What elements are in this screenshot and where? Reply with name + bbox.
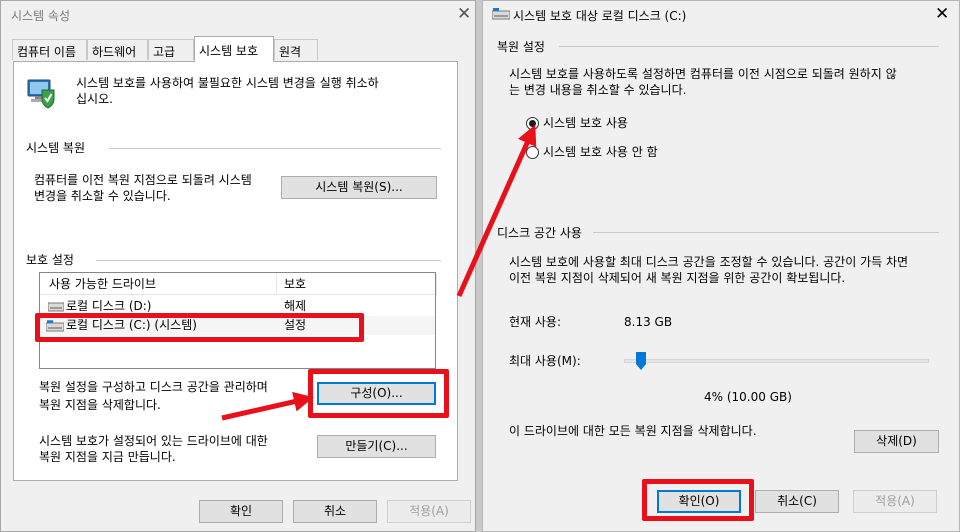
arrow-to-configure: [221, 391, 314, 421]
arrow-to-radio: [456, 124, 537, 298]
annotation-arrows: [221, 124, 537, 421]
